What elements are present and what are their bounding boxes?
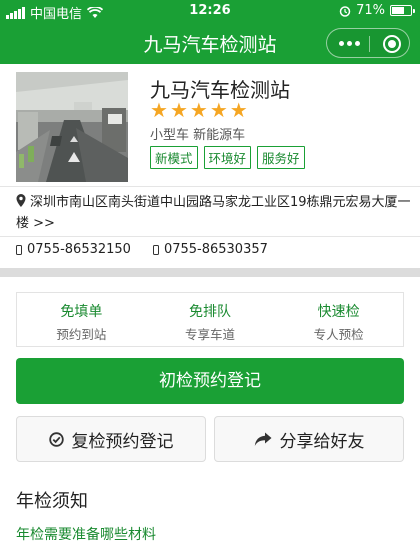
phone-number: 0755-86530357 [163, 242, 268, 257]
divider [0, 186, 420, 187]
address-link[interactable]: 深圳市南山区南头街道中山园路马家龙工业区19栋鼎元宏易大厦一楼 >> [16, 192, 412, 234]
miniprogram-capsule [326, 28, 410, 58]
feature-title: 快速检 [317, 304, 360, 320]
capsule-divider [369, 36, 370, 52]
notice-section-title: 年检须知 [16, 491, 88, 512]
feature-title: 免填单 [60, 304, 103, 320]
check-circle-icon [48, 431, 64, 447]
share-button[interactable]: 分享给好友 [214, 416, 404, 462]
section-divider [0, 268, 420, 277]
miniprogram-close-icon[interactable] [383, 35, 401, 53]
recheck-booking-label: 复检预约登记 [71, 431, 174, 452]
alarm-icon [339, 5, 351, 17]
feature-subtitle: 专人预检 [313, 327, 364, 342]
feature-subtitle: 专享车道 [185, 327, 236, 342]
phone-icon [152, 244, 159, 255]
car-types: 小型车 新能源车 [150, 128, 246, 143]
feature-title: 免排队 [189, 304, 231, 320]
feature-item: 快速检 专人预检 [274, 293, 403, 346]
star-icon: ★ [150, 98, 168, 122]
share-label: 分享给好友 [279, 431, 365, 452]
location-pin-icon [16, 194, 26, 207]
nav-bar: 九马汽车检测站 [0, 22, 420, 64]
feature-item: 免填单 预约到站 [17, 293, 146, 346]
phone-list: 0755-86532150 0755-86530357 [16, 242, 268, 257]
recheck-booking-button[interactable]: 复检预约登记 [16, 416, 206, 462]
rating-stars: ★ ★ ★ ★ ★ [150, 100, 248, 120]
divider [0, 236, 420, 237]
star-icon: ★ [229, 98, 248, 122]
phone-number: 0755-86532150 [27, 242, 131, 257]
star-icon: ★ [189, 98, 208, 122]
tag-badge: 环境好 [203, 146, 252, 169]
address-text: 深圳市南山区南头街道中山园路马家龙工业区19栋鼎元宏易大厦一楼 >> [16, 195, 411, 231]
materials-link[interactable]: 年检需要准备哪些材料 [16, 524, 156, 544]
tag-badge: 新模式 [150, 146, 198, 169]
phone-link[interactable]: 0755-86530357 [152, 242, 268, 257]
battery-icon [390, 5, 415, 16]
battery-percent: 71% [356, 3, 385, 18]
star-icon: ★ [209, 98, 228, 122]
phone-icon [16, 244, 22, 255]
feature-item: 免排队 专享车道 [146, 293, 275, 346]
status-bar: 中国电信 12:26 71% [0, 0, 420, 22]
tag-badge: 服务好 [257, 146, 305, 169]
initial-inspection-booking-button[interactable]: 初检预约登记 [16, 358, 404, 404]
share-arrow-icon [254, 432, 271, 446]
feature-box: 免填单 预约到站 免排队 专享车道 快速检 专人预检 [16, 292, 404, 347]
phone-link[interactable]: 0755-86532150 [16, 242, 131, 257]
star-icon: ★ [169, 98, 188, 122]
feature-subtitle: 预约到站 [56, 327, 107, 342]
more-dots-icon[interactable] [339, 41, 360, 46]
station-photo [16, 72, 128, 182]
tag-list: 新模式 环境好 服务好 [150, 146, 305, 169]
